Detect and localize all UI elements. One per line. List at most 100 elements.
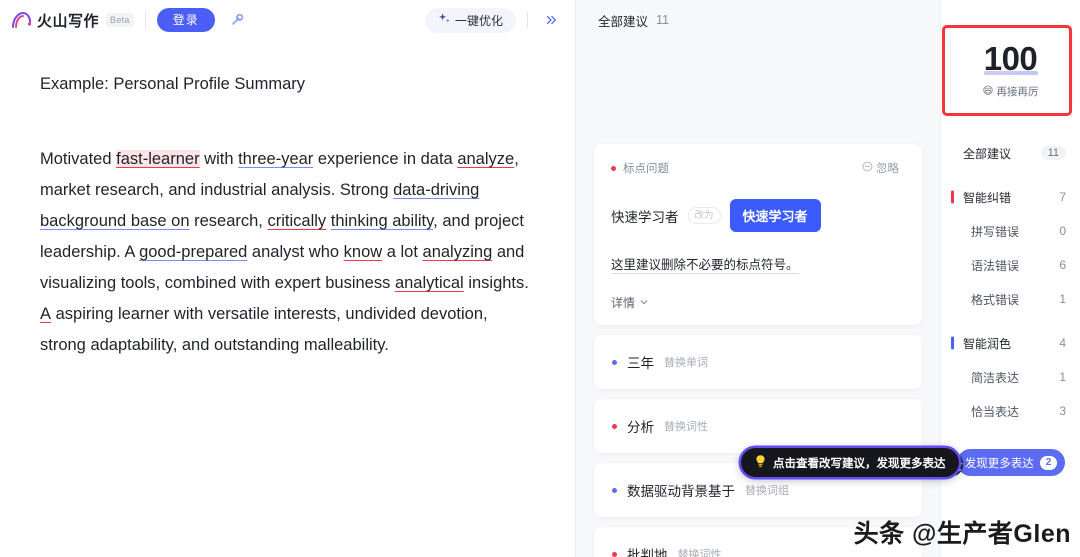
minus-circle-icon (862, 161, 873, 175)
editor-pane: 火山写作 Beta 登录 一键优化 Example: Personal Prof… (0, 0, 576, 557)
marked-analyzing[interactable]: analyzing (423, 243, 493, 261)
text-run: research, (189, 212, 268, 230)
sidebar-item-smart-polish[interactable]: 智能润色 4 (941, 326, 1080, 360)
text-run: analyst who (247, 243, 344, 261)
marked-good-prepared[interactable]: good-prepared (139, 243, 247, 261)
magic-wand-icon[interactable] (224, 8, 250, 32)
ignore-button[interactable]: 忽略 (856, 159, 905, 177)
app-root: 火山写作 Beta 登录 一键优化 Example: Personal Prof… (0, 0, 1080, 557)
list-item-word: 数据驱动背景基于 (627, 484, 735, 499)
sidebar-item-all-suggestions[interactable]: 全部建议 11 (941, 136, 1080, 170)
chevron-double-right-icon[interactable] (539, 8, 563, 32)
rewrite-hint-tooltip: 点击查看改写建议，发现更多表达 (741, 448, 959, 477)
list-item-kind: 替换词组 (745, 485, 789, 497)
suggestion-replace-row: 快速学习者 改为 快速学习者 (611, 199, 905, 232)
smile-emoji-icon: 😄 (982, 85, 994, 97)
text-run: Motivated (40, 150, 117, 168)
sidebar-item-label: 格式错误 (971, 292, 1020, 307)
severity-dot-icon (612, 423, 617, 429)
list-gap (941, 316, 1080, 326)
editor-toolbar: 火山写作 Beta 登录 一键优化 (0, 0, 575, 40)
score-caption: 😄 再接再厉 (983, 84, 1039, 99)
sidebar-item-count: 7 (1059, 190, 1066, 204)
sidebar-item-label: 恰当表达 (971, 404, 1020, 419)
list-item[interactable]: 三年 替换单词 (594, 335, 922, 389)
toolbar-divider-2 (527, 12, 528, 28)
text-run: experience in data (313, 150, 458, 168)
suggestions-header-title: 全部建议 (598, 14, 649, 29)
sparkle-icon (438, 12, 451, 28)
suggestion-card-punctuation[interactable]: 标点问题 忽略 快速学习者 改为 快速学习者 这里建议删除不必要的标点符号。 详… (594, 144, 922, 325)
text-run: aspiring learner with versatile interest… (40, 305, 488, 354)
marked-know[interactable]: know (344, 243, 383, 261)
list-item-kind: 替换单词 (664, 357, 708, 369)
sidebar-item-count: 6 (1059, 258, 1066, 272)
brand-name: 火山写作 (37, 12, 100, 30)
sidebar-item-label: 语法错误 (971, 258, 1020, 273)
marked-thinking-ability[interactable]: thinking ability (331, 212, 433, 230)
marked-three-year[interactable]: three-year (238, 150, 313, 168)
sidebar-item-appropriate-expression[interactable]: 恰当表达 3 (941, 394, 1080, 428)
suggestion-tag-label: 标点问题 (623, 163, 669, 175)
marked-a-article[interactable]: A (40, 305, 51, 323)
suggestions-header: 全部建议 11 (576, 0, 940, 40)
change-to-chip: 改为 (687, 207, 721, 224)
score-underline-decoration (983, 70, 1038, 75)
sidebar-item-smart-correction[interactable]: 智能纠错 7 (941, 180, 1080, 214)
volcano-logo-icon (10, 10, 32, 30)
list-item-kind: 替换词性 (677, 549, 722, 557)
sidebar-item-spelling-errors[interactable]: 拼写错误 0 (941, 214, 1080, 248)
sidebar-item-count: 11 (1040, 146, 1066, 160)
discover-more-label: 发现更多表达 (964, 457, 1034, 470)
text-run: with (199, 150, 239, 168)
sidebar-item-grammar-errors[interactable]: 语法错误 6 (941, 248, 1080, 282)
marked-fast-learner[interactable]: fast-learner (116, 150, 200, 168)
list-gap (941, 170, 1080, 180)
sidebar-item-label: 简洁表达 (971, 370, 1020, 385)
original-text: 快速学习者 (611, 209, 679, 225)
login-button[interactable]: 登录 (156, 8, 215, 32)
suggestion-description: 这里建议删除不必要的标点符号。 (611, 258, 799, 272)
document-paragraph: Motivated fast-learner with three-year e… (40, 144, 531, 361)
list-item-word: 三年 (627, 356, 654, 371)
suggestion-detail-label: 详情 (611, 296, 636, 310)
document-title: Example: Personal Profile Summary (40, 75, 306, 93)
sidebar-item-count: 1 (1059, 292, 1066, 306)
suggestion-detail-toggle[interactable]: 详情 (611, 294, 649, 311)
discover-more-count: 2 (1039, 455, 1058, 470)
sidebar-item-concise-expression[interactable]: 简洁表达 1 (941, 360, 1080, 394)
document-body[interactable]: Example: Personal Profile Summary Motiva… (0, 40, 575, 361)
sidebar-item-count: 1 (1059, 370, 1066, 384)
category-marker-icon (951, 336, 954, 350)
sidebar-item-count: 3 (1059, 404, 1066, 418)
marked-critically[interactable]: critically (267, 212, 326, 230)
suggestion-tag: 标点问题 (611, 160, 669, 176)
severity-dot-icon (612, 487, 617, 493)
one-click-optimize-button[interactable]: 一键优化 (424, 7, 516, 33)
severity-dot-icon (612, 359, 617, 365)
text-run: a lot (382, 243, 423, 261)
score-sidebar: 100 😄 再接再厉 全部建议 11 智能纠错 7 拼写错误 0 语法错误 6 … (940, 0, 1080, 557)
sidebar-item-label: 全部建议 (963, 146, 1012, 161)
text-run: insights. (463, 274, 529, 292)
sidebar-item-label: 拼写错误 (971, 224, 1020, 239)
score-card: 100 😄 再接再厉 (951, 26, 1070, 114)
discover-more-expressions-button[interactable]: 发现更多表达 2 (957, 449, 1065, 476)
sidebar-item-label: 智能纠错 (963, 190, 1012, 205)
sidebar-item-label: 智能润色 (963, 336, 1012, 351)
suggestions-list: 标点问题 忽略 快速学习者 改为 快速学习者 这里建议删除不必要的标点符号。 详… (576, 144, 940, 557)
marked-analyze[interactable]: analyze (457, 150, 514, 168)
toolbar-divider (144, 12, 146, 28)
watermark: 头条 @生产者Glen (853, 520, 1071, 548)
severity-dot-icon (612, 551, 617, 557)
chevron-down-icon (639, 296, 649, 310)
sidebar-item-format-errors[interactable]: 格式错误 1 (941, 282, 1080, 316)
suggestions-header-count: 11 (656, 13, 669, 27)
lightbulb-icon (754, 454, 767, 471)
sidebar-item-count: 0 (1059, 224, 1066, 238)
list-item-word: 批判地 (627, 548, 668, 557)
marked-analytical[interactable]: analytical (395, 274, 464, 292)
list-item[interactable]: 分析 替换词性 (594, 399, 922, 453)
apply-replacement-button[interactable]: 快速学习者 (729, 199, 821, 232)
list-item-kind: 替换词性 (664, 421, 708, 433)
